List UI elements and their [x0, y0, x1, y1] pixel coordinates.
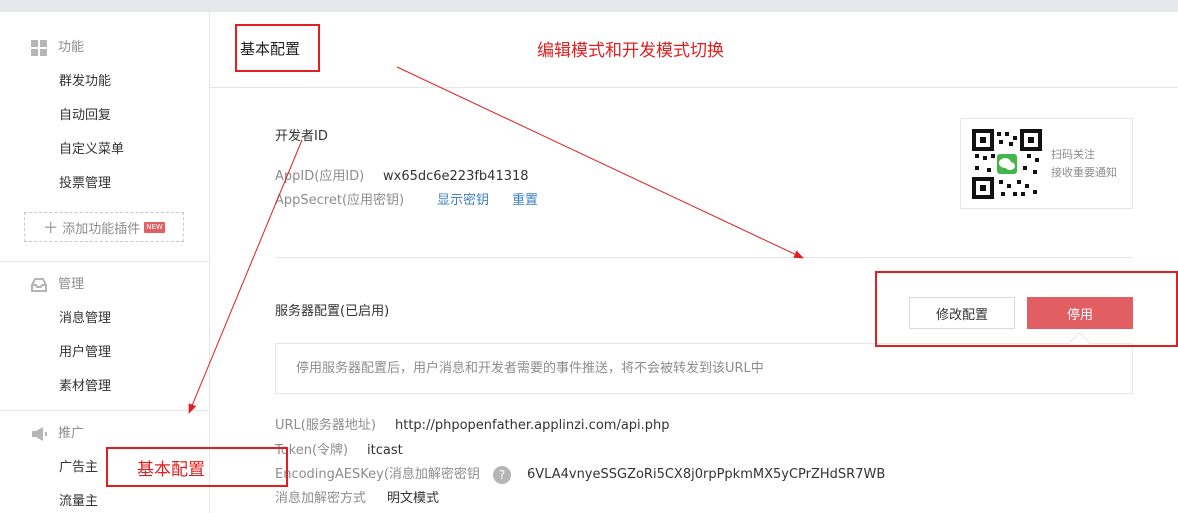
add-plugin-button[interactable]: + 添加功能插件 NEW: [24, 212, 184, 242]
sidebar-item-auto-reply[interactable]: 自动回复: [59, 106, 111, 126]
annotation-box-title: [235, 24, 320, 72]
new-badge: NEW: [144, 221, 165, 233]
sidebar-item-messages[interactable]: 消息管理: [59, 309, 111, 329]
sidebar-group-label: 推广: [58, 426, 85, 441]
appsecret-label: AppSecret(应用密钥): [275, 193, 405, 208]
plus-icon: +: [43, 216, 59, 238]
sidebar-group-manage[interactable]: 管理: [30, 275, 84, 295]
annotation-sidebar-note: 基本配置: [137, 460, 205, 480]
token-value: itcast: [367, 443, 403, 458]
sidebar-item-materials[interactable]: 素材管理: [59, 377, 111, 397]
encrypt-mode-label: 消息加解密方式: [275, 491, 367, 506]
sidebar-item-users[interactable]: 用户管理: [59, 343, 111, 363]
sidebar-group-label: 管理: [58, 277, 85, 292]
grid-icon: [30, 39, 48, 57]
add-plugin-label: 添加功能插件: [62, 221, 141, 237]
sidebar-item-mass-send[interactable]: 群发功能: [59, 72, 111, 92]
qr-text-line1: 扫码关注: [1051, 148, 1095, 161]
annotation-top-note: 编辑模式和开发模式切换: [537, 41, 724, 61]
top-bar: [0, 0, 1178, 12]
qr-card: 扫码关注 接收重要通知: [960, 118, 1133, 209]
sidebar-item-advertiser[interactable]: 广告主: [59, 458, 98, 478]
server-config-title: 服务器配置(已启用): [275, 304, 390, 319]
developer-id-title: 开发者ID: [275, 129, 328, 144]
aes-key-label: EncodingAESKey(消息加解密密钥: [275, 467, 480, 482]
help-icon[interactable]: ?: [493, 466, 511, 484]
sidebar-divider: [0, 261, 209, 262]
sidebar-item-vote[interactable]: 投票管理: [59, 174, 111, 194]
show-secret-link[interactable]: 显示密钥: [437, 191, 489, 211]
arrow-to-buttons: [396, 66, 804, 259]
section-divider: [275, 257, 1133, 258]
sidebar-group-label: 功能: [58, 40, 85, 55]
sidebar-divider: [0, 410, 209, 411]
aes-key-value: 6VLA4vnyeSSGZoRi5CX8j0rpPpkmMX5yCPrZHdSR…: [527, 467, 886, 482]
sidebar: 功能 群发功能 自动回复 自定义菜单 投票管理 + 添加功能插件 NEW 管理 …: [0, 12, 210, 513]
reset-secret-link[interactable]: 重置: [512, 191, 538, 211]
appid-value: wx65dc6e223fb41318: [383, 169, 529, 184]
annotation-box-buttons: [875, 271, 1178, 347]
sidebar-group-features[interactable]: 功能: [30, 38, 84, 58]
megaphone-icon: [30, 425, 48, 443]
appid-label: AppID(应用ID): [275, 169, 365, 184]
url-label: URL(服务器地址): [275, 418, 376, 433]
sidebar-item-publisher[interactable]: 流量主: [59, 492, 98, 512]
qr-text-line2: 接收重要通知: [1051, 166, 1117, 179]
encrypt-mode-value: 明文模式: [387, 491, 440, 506]
tip-text: 停用服务器配置后，用户消息和开发者需要的事件推送，将不会被转发到该URL中: [296, 361, 764, 376]
sidebar-item-custom-menu[interactable]: 自定义菜单: [59, 140, 124, 160]
inbox-icon: [30, 276, 48, 294]
sidebar-group-promotion[interactable]: 推广: [30, 424, 84, 444]
url-value: http://phpopenfather.applinzi.com/api.ph…: [395, 418, 670, 433]
qr-code-icon: [972, 129, 1042, 199]
header-divider: [210, 87, 1178, 88]
